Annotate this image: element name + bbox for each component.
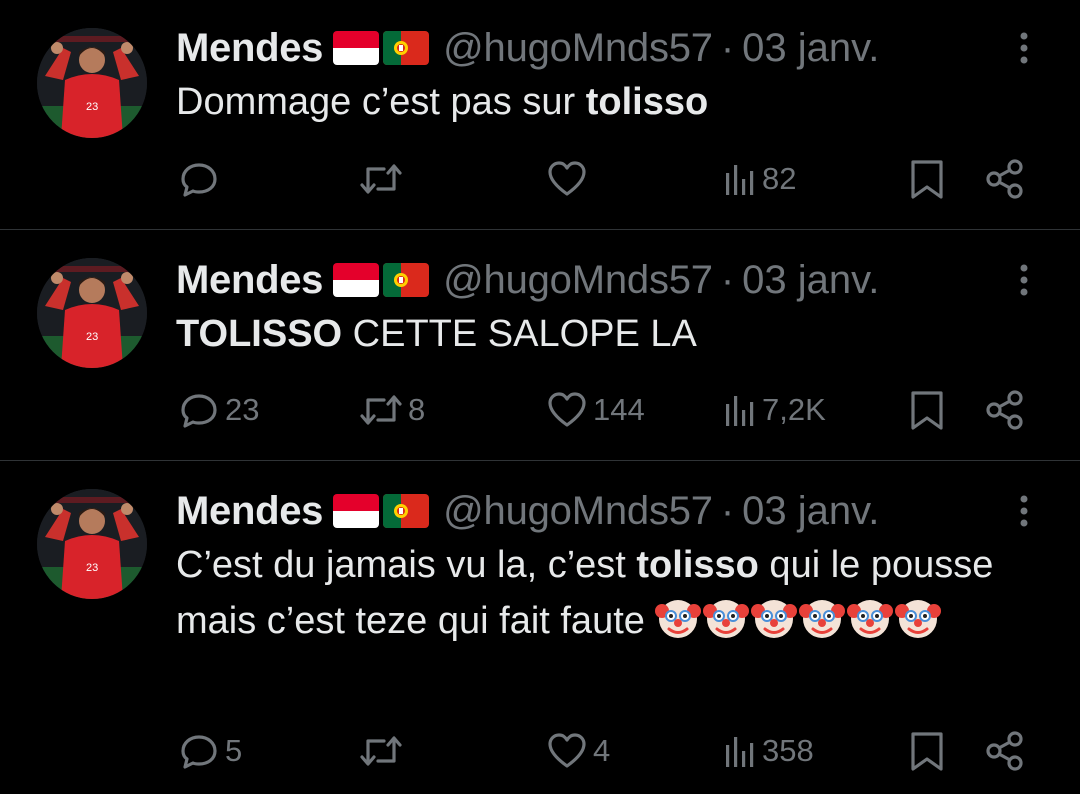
more-options-button[interactable] [1012, 256, 1036, 304]
svg-text:23: 23 [86, 331, 98, 343]
like-button[interactable]: 4 [545, 727, 610, 775]
clown-face-icon [655, 595, 702, 641]
more-vertical-icon [1020, 495, 1028, 527]
share-button[interactable] [985, 386, 1025, 434]
action-bar: 82 [0, 155, 1080, 203]
flag-monaco-icon [333, 263, 380, 297]
reply-button[interactable]: 23 [177, 386, 259, 434]
author-name[interactable]: Mendes [176, 258, 323, 303]
reply-count: 5 [225, 733, 243, 768]
heart-icon [548, 161, 586, 196]
bookmark-icon [911, 391, 943, 430]
text-segment: C’est du jamais vu la, c’est [176, 544, 637, 586]
svg-text:23: 23 [86, 562, 98, 574]
views-button[interactable]: 7,2K [722, 386, 826, 434]
share-button[interactable] [985, 727, 1025, 775]
bookmark-button[interactable] [907, 155, 947, 203]
flag-portugal-icon [383, 494, 430, 528]
tweet-text: Dommage c’est pas sur tolisso [176, 74, 1036, 130]
tweet-text: C’est du jamais vu la, c’est tolisso qui… [176, 537, 1016, 649]
reply-button[interactable]: 5 [177, 727, 242, 775]
clown-face-icon [895, 595, 942, 641]
more-options-button[interactable] [1012, 487, 1036, 535]
share-icon [986, 159, 1023, 199]
text-segment: Dommage c’est pas sur [176, 81, 586, 123]
author-handle[interactable]: @hugoMnds57 [443, 258, 713, 303]
like-button[interactable] [545, 155, 593, 203]
bookmark-button[interactable] [907, 386, 947, 434]
reply-count: 23 [225, 392, 260, 427]
tweet-date[interactable]: 03 janv. [742, 489, 879, 534]
avatar[interactable]: 23 [37, 489, 147, 599]
views-count: 82 [762, 161, 797, 196]
author-handle[interactable]: @hugoMnds57 [443, 26, 713, 71]
reply-button[interactable] [177, 155, 225, 203]
bookmark-button[interactable] [907, 727, 947, 775]
reply-icon [181, 394, 217, 428]
repost-button[interactable] [358, 727, 408, 775]
text-segment-bold: tolisso [585, 81, 709, 123]
views-button[interactable]: 82 [722, 155, 796, 203]
tweet-date[interactable]: 03 janv. [742, 26, 879, 71]
author-handle[interactable]: @hugoMnds57 [443, 489, 713, 534]
author-name[interactable]: Mendes [176, 26, 323, 71]
separator-dot: · [720, 257, 735, 302]
heart-icon [548, 392, 586, 427]
svg-text:23: 23 [86, 101, 98, 113]
author-name[interactable]: Mendes [176, 489, 323, 534]
more-vertical-icon [1020, 264, 1028, 296]
views-button[interactable]: 358 [722, 727, 814, 775]
tweet-header: Mendes @hugoMnds57 · 03 janv. [176, 24, 879, 72]
repost-button[interactable]: 8 [358, 386, 425, 434]
heart-icon [548, 733, 586, 768]
more-vertical-icon [1020, 32, 1028, 64]
action-bar: 23 8 144 7,2K [0, 386, 1080, 434]
text-segment: CETTE SALOPE LA [342, 313, 697, 355]
views-chart-icon [726, 165, 754, 195]
repost-icon [360, 736, 402, 766]
views-chart-icon [726, 396, 754, 426]
clown-face-icon [703, 595, 750, 641]
separator-dot: · [720, 488, 735, 533]
more-options-button[interactable] [1012, 24, 1036, 72]
flag-monaco-icon [333, 31, 380, 65]
tweet-text: TOLISSO CETTE SALOPE LA [176, 306, 1036, 362]
reply-icon [181, 735, 217, 769]
like-count: 144 [593, 392, 645, 427]
flag-portugal-icon [383, 31, 430, 65]
clown-face-icon [751, 595, 798, 641]
avatar[interactable]: 23 [37, 28, 147, 138]
views-chart-icon [726, 737, 754, 767]
tweet[interactable]: 23 Mendes @hugoMnds57 · 03 janv. C’est d… [0, 461, 1080, 794]
tweet-date[interactable]: 03 janv. [742, 258, 879, 303]
tweet-header: Mendes @hugoMnds57 · 03 janv. [176, 256, 879, 304]
separator-dot: · [720, 25, 735, 70]
like-button[interactable]: 144 [545, 386, 645, 434]
share-button[interactable] [985, 155, 1025, 203]
repost-icon [360, 395, 402, 425]
flag-portugal-icon [383, 263, 430, 297]
repost-count: 8 [408, 392, 426, 427]
share-icon [986, 731, 1023, 771]
repost-button[interactable] [358, 155, 408, 203]
tweet[interactable]: 23 Mendes @hugoMnds57 · 03 janv. TOLISSO… [0, 230, 1080, 460]
bookmark-icon [911, 732, 943, 771]
tweet-header: Mendes @hugoMnds57 · 03 janv. [176, 487, 879, 535]
avatar[interactable]: 23 [37, 258, 147, 368]
flag-monaco-icon [333, 494, 380, 528]
bookmark-icon [911, 160, 943, 199]
views-count: 7,2K [762, 392, 826, 427]
views-count: 358 [762, 733, 814, 768]
repost-icon [360, 164, 402, 194]
tweet[interactable]: 23 Mendes @hugoMnds57 · 03 janv. Dommage… [0, 0, 1080, 229]
action-bar: 5 4 358 [0, 727, 1080, 775]
clown-face-icon [799, 595, 846, 641]
share-icon [986, 390, 1023, 430]
reply-icon [181, 163, 217, 197]
text-segment-bold: tolisso [636, 544, 759, 586]
text-segment-bold: TOLISSO [176, 313, 343, 355]
like-count: 4 [593, 733, 611, 768]
clown-face-icon [847, 595, 894, 641]
